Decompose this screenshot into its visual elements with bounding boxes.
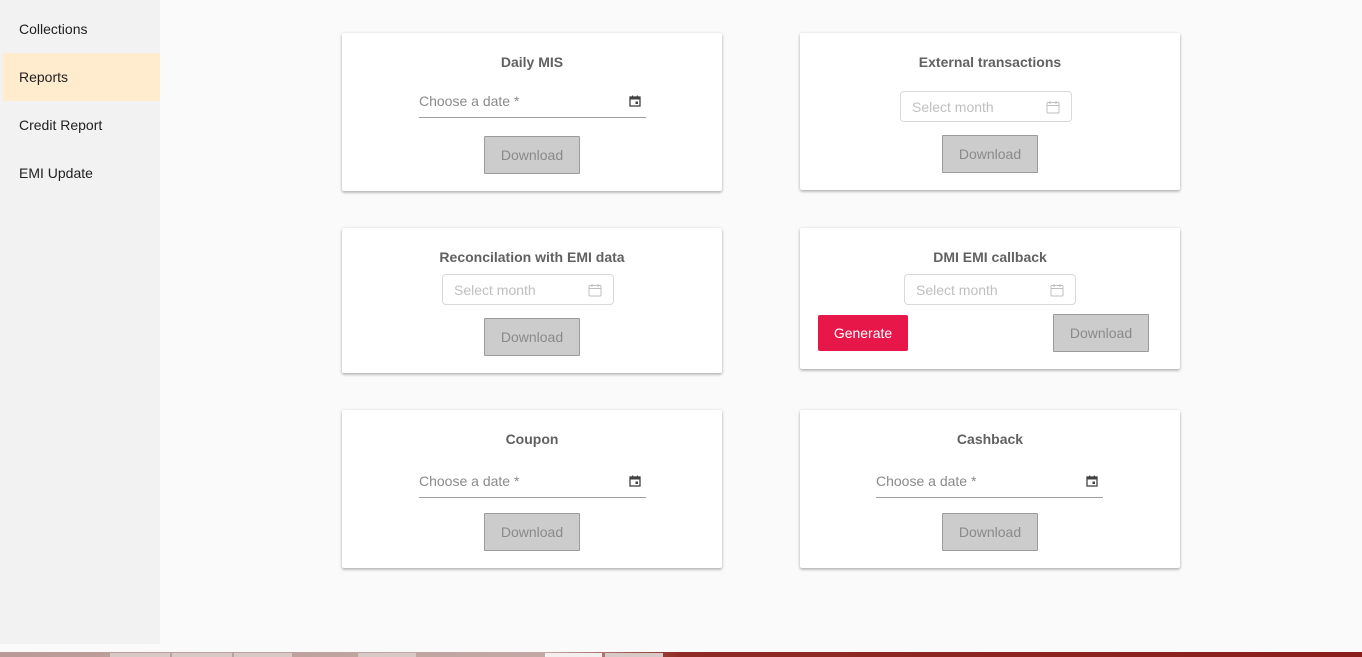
month-picker[interactable]: Select month xyxy=(904,274,1076,305)
sidebar-item-label: Collections xyxy=(19,21,88,37)
download-button[interactable]: Download xyxy=(942,135,1038,173)
month-picker[interactable]: Select month xyxy=(900,91,1072,122)
sidebar-item-label: EMI Update xyxy=(19,165,93,181)
taskbar-tab xyxy=(358,653,416,657)
sidebar-item-collections[interactable]: Collections xyxy=(3,5,160,53)
month-picker[interactable]: Select month xyxy=(442,274,614,305)
external-transactions-card: External transactions Select month Downl… xyxy=(800,33,1180,190)
card-title: Daily MIS xyxy=(500,54,564,70)
sidebar-item-credit-report[interactable]: Credit Report xyxy=(3,101,160,149)
reconciliation-card: Reconcilation with EMI data Select month… xyxy=(342,228,722,373)
download-button[interactable]: Download xyxy=(1053,314,1149,352)
calendar-outline-icon xyxy=(1050,284,1064,297)
calendar-event-icon[interactable] xyxy=(1086,475,1098,487)
calendar-outline-icon xyxy=(588,284,602,297)
taskbar-tab xyxy=(172,653,232,657)
taskbar-tab xyxy=(545,653,602,657)
calendar-event-icon[interactable] xyxy=(629,95,641,107)
card-title: DMI EMI callback xyxy=(933,249,1047,265)
card-title: Reconcilation with EMI data xyxy=(439,249,625,265)
taskbar-tab xyxy=(234,653,292,657)
date-input[interactable]: Choose a date * xyxy=(419,472,646,498)
date-placeholder: Choose a date * xyxy=(876,473,977,489)
sidebar-item-label: Credit Report xyxy=(19,117,103,133)
date-placeholder: Choose a date * xyxy=(419,93,520,109)
taskbar-tab xyxy=(605,653,663,657)
download-button[interactable]: Download xyxy=(484,136,580,174)
sidebar-item-label: Reports xyxy=(19,69,69,85)
cashback-card: Cashback Choose a date * Download xyxy=(800,410,1180,568)
month-placeholder: Select month xyxy=(912,99,994,115)
calendar-outline-icon xyxy=(1046,101,1060,114)
dmi-emi-callback-card: DMI EMI callback Select month Generate D… xyxy=(800,228,1180,369)
coupon-card: Coupon Choose a date * Download xyxy=(342,410,722,568)
download-button[interactable]: Download xyxy=(484,513,580,551)
download-button[interactable]: Download xyxy=(484,318,580,356)
sidebar-item-emi-update[interactable]: EMI Update xyxy=(3,149,160,197)
taskbar-tab xyxy=(110,653,170,657)
card-title: External transactions xyxy=(918,54,1062,70)
daily-mis-card: Daily MIS Choose a date * Download xyxy=(342,33,722,191)
date-input[interactable]: Choose a date * xyxy=(876,472,1103,498)
date-input[interactable]: Choose a date * xyxy=(419,92,646,118)
generate-button[interactable]: Generate xyxy=(818,315,908,351)
download-button[interactable]: Download xyxy=(942,513,1038,551)
date-placeholder: Choose a date * xyxy=(419,473,520,489)
calendar-event-icon[interactable] xyxy=(629,475,641,487)
card-title: Cashback xyxy=(956,431,1024,447)
sidebar-item-reports[interactable]: Reports xyxy=(3,53,160,101)
sidebar: Collections Reports Credit Report EMI Up… xyxy=(0,0,160,644)
month-placeholder: Select month xyxy=(454,282,536,298)
card-title: Coupon xyxy=(505,431,559,447)
month-placeholder: Select month xyxy=(916,282,998,298)
